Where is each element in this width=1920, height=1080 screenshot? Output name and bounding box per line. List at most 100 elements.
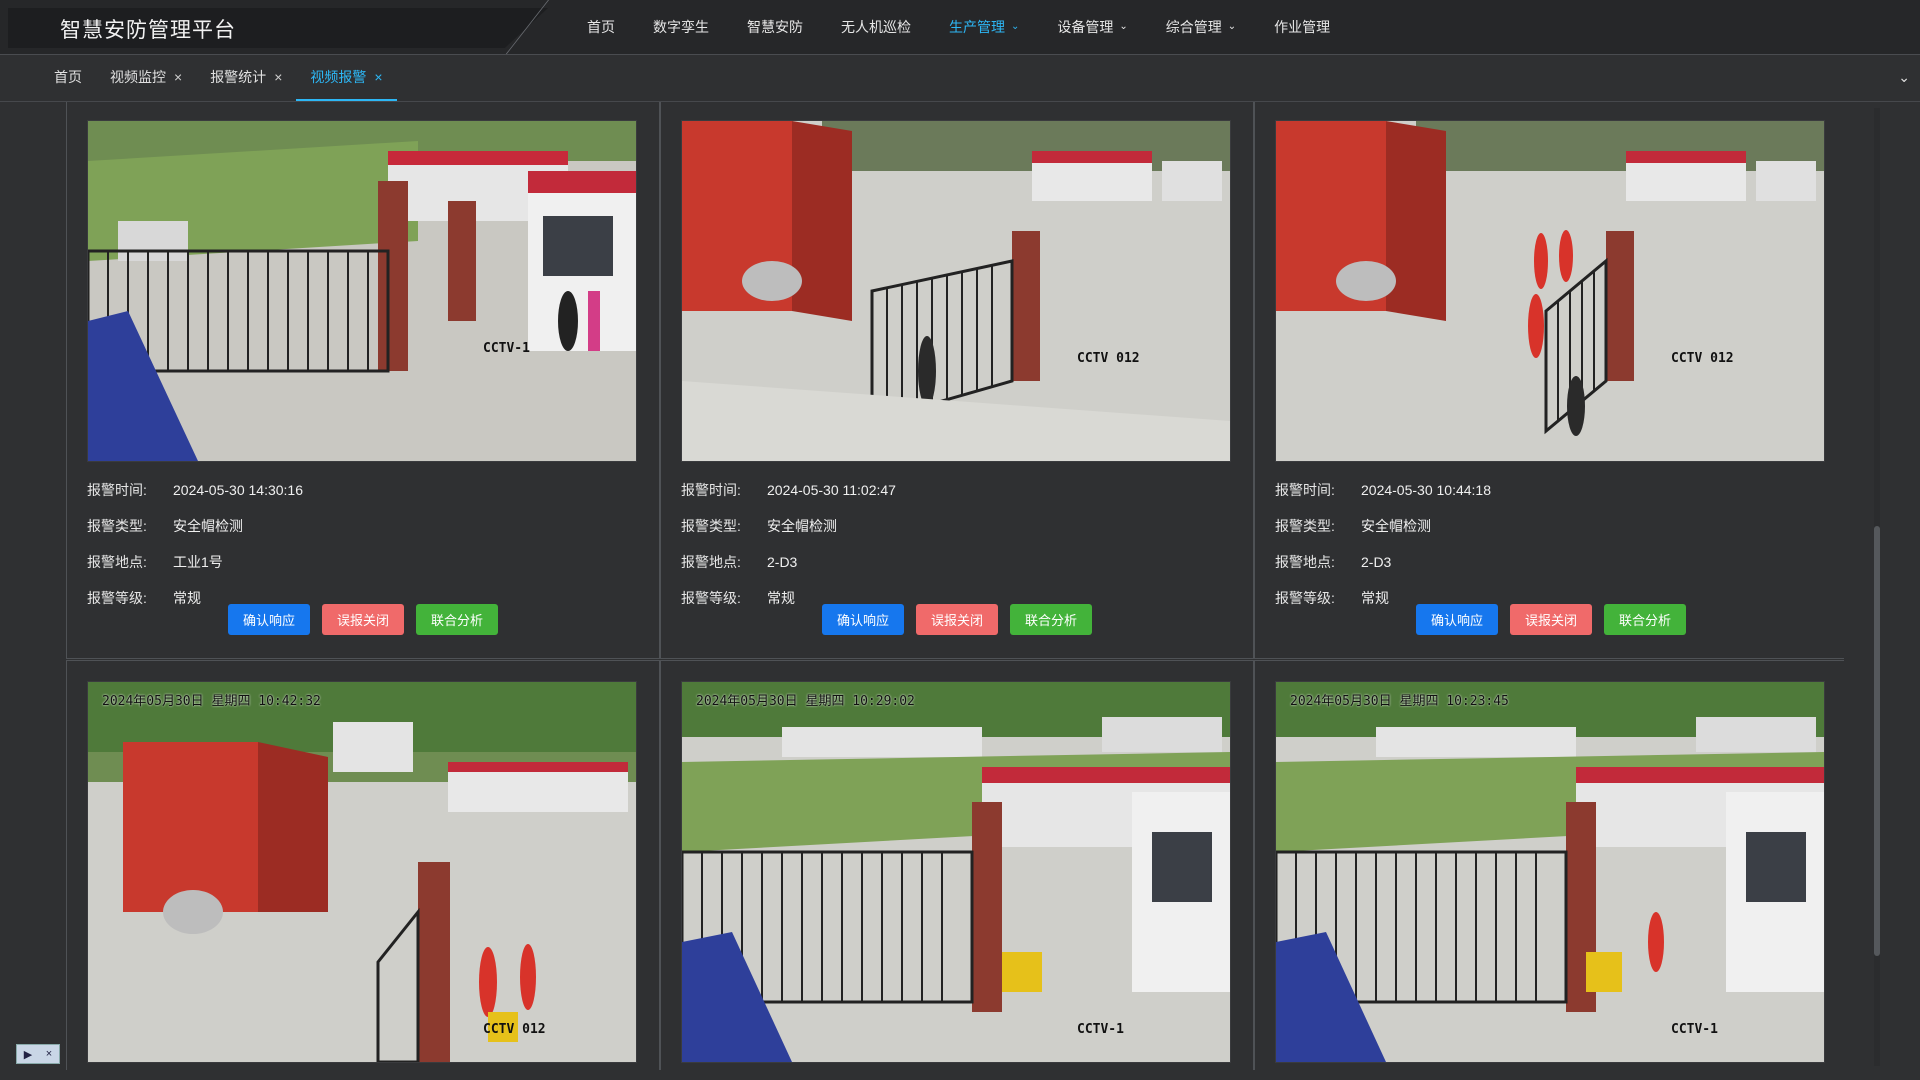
alarm-actions: 确认响应 误报关闭 联合分析 [1255,604,1844,635]
type-label: 报警类型: [1275,518,1335,534]
alarm-card: 2024年05月30日 星期四 10:42:32 CCTV 012 [66,660,660,1070]
nav-item-digital-twin[interactable]: 数字孪生 [634,0,728,54]
camera-image [1276,121,1824,461]
camera-label: CCTV-1 [1671,1022,1718,1037]
alarm-location: 工业1号 [173,554,223,570]
joint-analysis-button[interactable]: 联合分析 [416,604,499,635]
false-alarm-close-button[interactable]: 误报关闭 [321,604,404,635]
chevron-down-icon[interactable]: ⌄ [1898,69,1910,86]
location-label: 报警地点: [681,554,741,570]
alarm-snapshot[interactable]: 2024年05月30日 星期四 10:29:02 CCTV-1 [681,681,1231,1063]
app-title: 智慧安防管理平台 [60,19,236,42]
nav-label: 综合管理 [1165,19,1222,35]
close-icon[interactable]: × [46,1048,52,1060]
alarm-type: 安全帽检测 [767,518,837,534]
nav-item-home[interactable]: 首页 [568,0,634,54]
joint-analysis-button[interactable]: 联合分析 [1010,604,1093,635]
nav-label: 数字孪生 [653,19,709,35]
camera-timestamp: 2024年05月30日 星期四 10:29:02 [696,694,915,709]
media-widget[interactable]: ▶ × [16,1044,60,1064]
confirm-response-button[interactable]: 确认响应 [227,604,310,635]
location-label: 报警地点: [1275,554,1335,570]
camera-label: CCTV 012 [483,1022,546,1037]
confirm-response-button[interactable]: 确认响应 [821,604,904,635]
camera-label: CCTV-1 [1077,1022,1124,1037]
nav-item-smart-security[interactable]: 智慧安防 [728,0,822,54]
alarm-location: 2-D3 [1361,554,1392,570]
camera-label: CCTV-1 [483,341,530,356]
camera-image [682,121,1230,461]
camera-label: CCTV 012 [1671,351,1734,366]
camera-image [88,682,636,1062]
tab-bar: 首页 视频监控 × 报警统计 × 视频报警 × ⌄ [0,55,1920,102]
alarm-snapshot[interactable]: 2024年05月30日 星期四 10:42:32 CCTV 012 [87,681,637,1063]
confirm-response-button[interactable]: 确认响应 [1415,604,1498,635]
nav-label: 设备管理 [1057,19,1114,35]
alarm-snapshot[interactable]: CCTV 012 [1275,120,1825,462]
tab-video-monitor[interactable]: 视频监控 × [96,55,196,99]
tab-label: 首页 [54,69,82,85]
nav-label: 作业管理 [1274,19,1331,35]
alarm-card: CCTV-1 报警时间: 2024-05-30 14:30:16 报警类型: 安全帽… [66,102,660,659]
alarm-type: 安全帽检测 [1361,518,1431,534]
tab-video-alarm[interactable]: 视频报警 × [296,55,397,101]
tab-label: 视频监控 [110,69,166,85]
close-icon[interactable]: × [174,69,182,85]
nav-label: 智慧安防 [747,19,803,35]
camera-timestamp: 2024年05月30日 星期四 10:42:32 [102,694,321,709]
chevron-down-icon: ⌄ [1119,20,1128,32]
alarm-time: 2024-05-30 10:44:18 [1361,482,1491,498]
nav-label: 首页 [587,19,615,35]
nav-item-drone-inspection[interactable]: 无人机巡检 [822,0,930,54]
alarm-time: 2024-05-30 14:30:16 [173,482,303,498]
camera-image [88,121,636,461]
alarm-card: CCTV 012 报警时间: 2024-05-30 10:44:18 报警类型: 安… [1254,102,1844,659]
nav-item-equipment[interactable]: 设备管理 ⌄ [1038,0,1146,54]
type-label: 报警类型: [87,518,147,534]
content-scrollbar[interactable] [1870,108,1884,1066]
camera-label: CCTV 012 [1077,351,1140,366]
page-tabs: 首页 视频监控 × 报警统计 × 视频报警 × [40,55,397,101]
alarm-snapshot[interactable]: 2024年05月30日 星期四 10:23:45 CCTV-1 [1275,681,1825,1063]
scrollbar-thumb[interactable] [1874,526,1880,956]
play-icon[interactable]: ▶ [24,1048,32,1061]
nav-item-production[interactable]: 生产管理 ⌄ [930,0,1038,54]
chevron-down-icon: ⌄ [1011,20,1020,32]
false-alarm-close-button[interactable]: 误报关闭 [1509,604,1592,635]
time-label: 报警时间: [1275,482,1335,498]
alarm-grid: CCTV-1 报警时间: 2024-05-30 14:30:16 报警类型: 安全帽… [66,102,1844,1070]
alarm-card: 2024年05月30日 星期四 10:23:45 CCTV-1 [1254,660,1844,1070]
time-label: 报警时间: [681,482,741,498]
alarm-snapshot[interactable]: CCTV-1 [87,120,637,462]
joint-analysis-button[interactable]: 联合分析 [1604,604,1687,635]
alarm-actions: 确认响应 误报关闭 联合分析 [67,604,659,635]
time-label: 报警时间: [87,482,147,498]
alarm-time: 2024-05-30 11:02:47 [767,482,896,498]
tab-label: 视频报警 [310,69,367,85]
nav-label: 生产管理 [949,19,1005,35]
nav-label: 无人机巡检 [841,19,911,35]
tab-home[interactable]: 首页 [40,55,96,99]
tab-alarm-stats[interactable]: 报警统计 × [196,55,296,99]
false-alarm-close-button[interactable]: 误报关闭 [915,604,998,635]
main-nav: 首页 数字孪生 智慧安防 无人机巡检 生产管理 ⌄ 设备管理 ⌄ 综合管理 ⌄ 作业管… [568,0,1349,54]
alarm-card: CCTV 012 报警时间: 2024-05-30 11:02:47 报警类型: 安… [660,102,1254,659]
alarm-card: 2024年05月30日 星期四 10:29:02 CCTV-1 [660,660,1254,1070]
location-label: 报警地点: [87,554,147,570]
tab-label: 报警统计 [210,69,267,85]
alarm-snapshot[interactable]: CCTV 012 [681,120,1231,462]
alarm-type: 安全帽检测 [173,518,243,534]
alarm-info: 报警时间: 2024-05-30 11:02:47 报警类型: 安全帽检测 报警地点… [681,472,896,616]
close-icon[interactable]: × [374,69,382,85]
type-label: 报警类型: [681,518,741,534]
alarm-location: 2-D3 [767,554,798,570]
top-bar: 智慧安防管理平台 首页 数字孪生 智慧安防 无人机巡检 生产管理 ⌄ 设备管理 ⌄ … [0,0,1920,55]
alarm-info: 报警时间: 2024-05-30 14:30:16 报警类型: 安全帽检测 报警地点… [87,472,303,616]
alarm-actions: 确认响应 误报关闭 联合分析 [661,604,1253,635]
close-icon[interactable]: × [274,69,282,85]
chevron-down-icon: ⌄ [1227,20,1237,32]
nav-item-operations[interactable]: 作业管理 [1255,0,1349,54]
alarm-info: 报警时间: 2024-05-30 10:44:18 报警类型: 安全帽检测 报警地点… [1275,472,1491,616]
nav-item-general[interactable]: 综合管理 ⌄ [1147,0,1255,54]
camera-image [682,682,1230,1062]
